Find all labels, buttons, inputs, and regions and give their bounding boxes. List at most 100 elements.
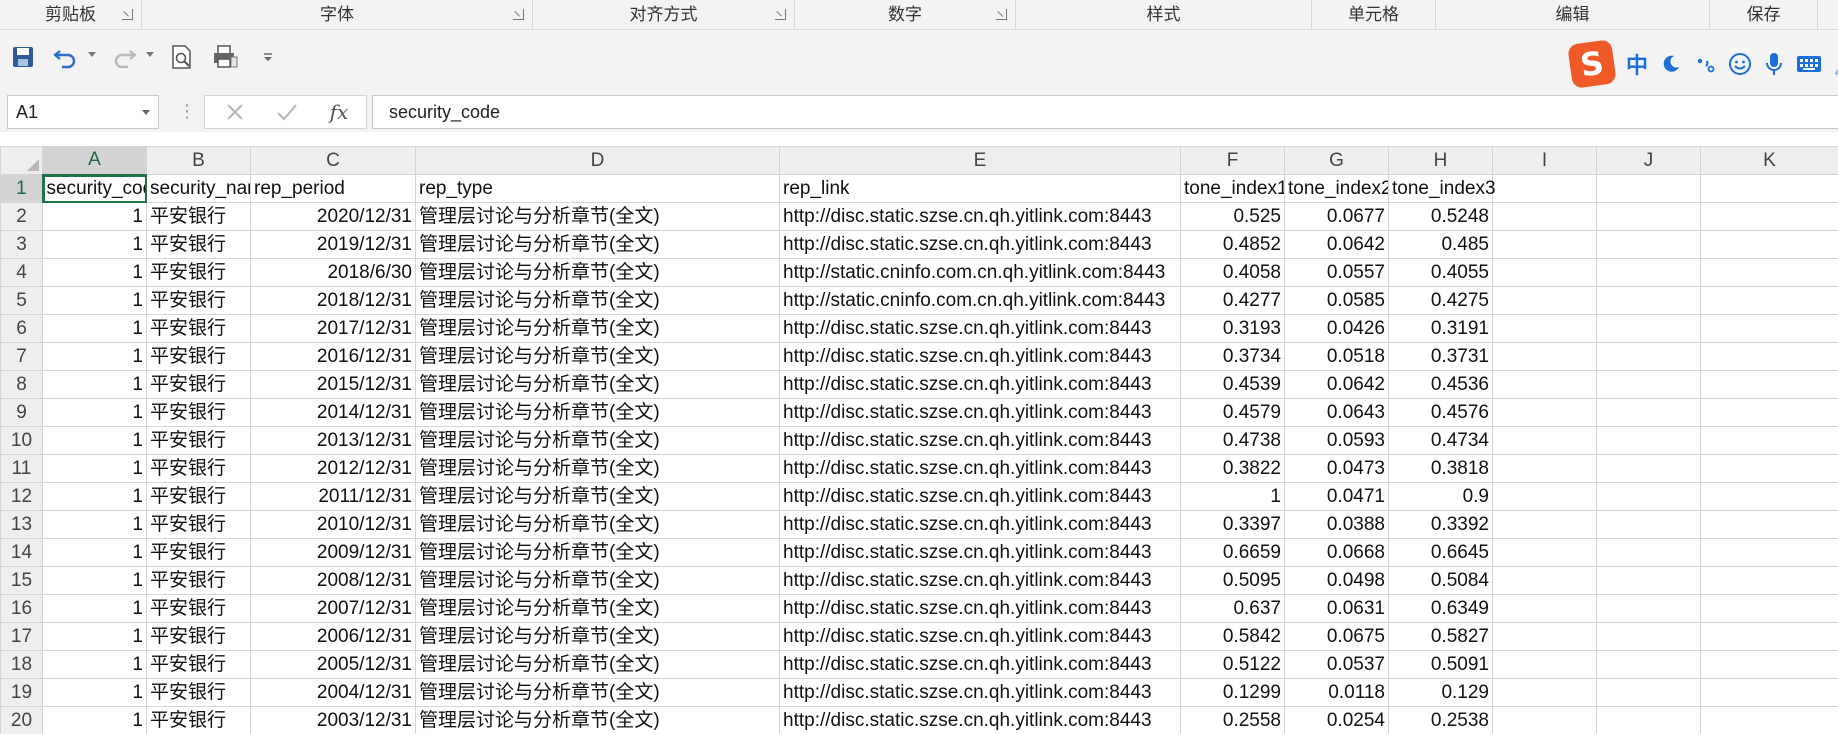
cell-g2[interactable]: 0.0677 <box>1284 202 1389 231</box>
cell-h11[interactable]: 0.3818 <box>1388 454 1493 483</box>
row-header[interactable]: 11 <box>0 454 43 483</box>
row-header[interactable]: 7 <box>0 342 43 371</box>
empty-cell[interactable] <box>1492 342 1597 371</box>
empty-cell[interactable] <box>1492 510 1597 539</box>
row-header[interactable]: 12 <box>0 482 43 511</box>
cell-b13[interactable]: 平安银行 <box>146 510 251 539</box>
cell-g14[interactable]: 0.0668 <box>1284 538 1389 567</box>
cell-g6[interactable]: 0.0426 <box>1284 314 1389 343</box>
empty-cell[interactable] <box>1700 398 1838 427</box>
cell-h15[interactable]: 0.5084 <box>1388 566 1493 595</box>
cell-d10[interactable]: 管理层讨论与分析章节(全文) <box>415 426 780 455</box>
cell-b10[interactable]: 平安银行 <box>146 426 251 455</box>
empty-cell[interactable] <box>1700 286 1838 315</box>
cell-h16[interactable]: 0.6349 <box>1388 594 1493 623</box>
cell-f13[interactable]: 0.3397 <box>1180 510 1285 539</box>
empty-cell[interactable] <box>1492 258 1597 287</box>
empty-cell[interactable] <box>1700 454 1838 483</box>
column-header-a[interactable]: A <box>42 146 147 176</box>
column-header-b[interactable]: B <box>146 146 251 175</box>
cell-e7[interactable]: http://disc.static.szse.cn.qh.yitlink.co… <box>779 342 1181 371</box>
empty-cell[interactable] <box>1492 314 1597 343</box>
cell-f8[interactable]: 0.4539 <box>1180 370 1285 399</box>
cell-e18[interactable]: http://disc.static.szse.cn.qh.yitlink.co… <box>779 650 1181 679</box>
cell-e1[interactable]: rep_link <box>779 174 1181 203</box>
moon-icon[interactable] <box>1660 53 1682 75</box>
more-vertical-icon[interactable]: ⋮ <box>178 98 196 126</box>
cell-c13[interactable]: 2010/12/31 <box>250 510 416 539</box>
select-all-button[interactable] <box>0 146 43 175</box>
column-header-c[interactable]: C <box>250 146 416 175</box>
cell-h19[interactable]: 0.129 <box>1388 678 1493 707</box>
empty-cell[interactable] <box>1492 622 1597 651</box>
row-header[interactable]: 17 <box>0 622 43 651</box>
cell-d5[interactable]: 管理层讨论与分析章节(全文) <box>415 286 780 315</box>
cell-c16[interactable]: 2007/12/31 <box>250 594 416 623</box>
column-header-d[interactable]: D <box>415 146 780 175</box>
row-header[interactable]: 19 <box>0 678 43 707</box>
cell-d11[interactable]: 管理层讨论与分析章节(全文) <box>415 454 780 483</box>
empty-cell[interactable] <box>1492 398 1597 427</box>
cell-d19[interactable]: 管理层讨论与分析章节(全文) <box>415 678 780 707</box>
empty-cell[interactable] <box>1596 706 1701 734</box>
empty-cell[interactable] <box>1492 566 1597 595</box>
cell-g5[interactable]: 0.0585 <box>1284 286 1389 315</box>
cell-e6[interactable]: http://disc.static.szse.cn.qh.yitlink.co… <box>779 314 1181 343</box>
cell-f1[interactable]: tone_index1 <box>1180 174 1285 203</box>
cell-d12[interactable]: 管理层讨论与分析章节(全文) <box>415 482 780 511</box>
cell-g7[interactable]: 0.0518 <box>1284 342 1389 371</box>
empty-cell[interactable] <box>1596 370 1701 399</box>
cell-d16[interactable]: 管理层讨论与分析章节(全文) <box>415 594 780 623</box>
empty-cell[interactable] <box>1596 650 1701 679</box>
cell-d9[interactable]: 管理层讨论与分析章节(全文) <box>415 398 780 427</box>
cell-d3[interactable]: 管理层讨论与分析章节(全文) <box>415 230 780 259</box>
cell-d15[interactable]: 管理层讨论与分析章节(全文) <box>415 566 780 595</box>
empty-cell[interactable] <box>1596 566 1701 595</box>
cell-h8[interactable]: 0.4536 <box>1388 370 1493 399</box>
empty-cell[interactable] <box>1700 706 1838 734</box>
empty-cell[interactable] <box>1700 202 1838 231</box>
cell-g8[interactable]: 0.0642 <box>1284 370 1389 399</box>
microphone-icon[interactable] <box>1764 51 1784 77</box>
column-header-e[interactable]: E <box>779 146 1181 175</box>
empty-cell[interactable] <box>1700 566 1838 595</box>
cell-a10[interactable]: 1 <box>42 426 147 455</box>
cell-e17[interactable]: http://disc.static.szse.cn.qh.yitlink.co… <box>779 622 1181 651</box>
empty-cell[interactable] <box>1596 398 1701 427</box>
empty-cell[interactable] <box>1492 454 1597 483</box>
cell-f10[interactable]: 0.4738 <box>1180 426 1285 455</box>
cell-a7[interactable]: 1 <box>42 342 147 371</box>
cell-a4[interactable]: 1 <box>42 258 147 287</box>
cell-e15[interactable]: http://disc.static.szse.cn.qh.yitlink.co… <box>779 566 1181 595</box>
empty-cell[interactable] <box>1492 706 1597 734</box>
cell-e14[interactable]: http://disc.static.szse.cn.qh.yitlink.co… <box>779 538 1181 567</box>
cell-g17[interactable]: 0.0675 <box>1284 622 1389 651</box>
cell-e11[interactable]: http://disc.static.szse.cn.qh.yitlink.co… <box>779 454 1181 483</box>
cell-b7[interactable]: 平安银行 <box>146 342 251 371</box>
chevron-down-icon[interactable] <box>142 110 150 115</box>
cell-f20[interactable]: 0.2558 <box>1180 706 1285 734</box>
column-header-f[interactable]: F <box>1180 146 1285 175</box>
cell-h6[interactable]: 0.3191 <box>1388 314 1493 343</box>
cell-c17[interactable]: 2006/12/31 <box>250 622 416 651</box>
undo-dropdown-icon[interactable] <box>88 52 96 57</box>
row-header[interactable]: 15 <box>0 566 43 595</box>
column-header-h[interactable]: H <box>1388 146 1493 175</box>
cancel-entry-button[interactable] <box>215 96 255 128</box>
row-header[interactable]: 13 <box>0 510 43 539</box>
row-header[interactable]: 20 <box>0 706 43 734</box>
column-header-g[interactable]: G <box>1284 146 1389 175</box>
cell-k1[interactable] <box>1700 174 1838 203</box>
cell-j1[interactable] <box>1596 174 1701 203</box>
cell-a16[interactable]: 1 <box>42 594 147 623</box>
empty-cell[interactable] <box>1596 678 1701 707</box>
row-header[interactable]: 3 <box>0 230 43 259</box>
cell-e19[interactable]: http://disc.static.szse.cn.qh.yitlink.co… <box>779 678 1181 707</box>
cell-h7[interactable]: 0.3731 <box>1388 342 1493 371</box>
cell-b1[interactable]: security_name <box>146 174 251 203</box>
cell-a5[interactable]: 1 <box>42 286 147 315</box>
cell-h1[interactable]: tone_index3 <box>1388 174 1496 203</box>
cell-a13[interactable]: 1 <box>42 510 147 539</box>
cell-c7[interactable]: 2016/12/31 <box>250 342 416 371</box>
cell-b9[interactable]: 平安银行 <box>146 398 251 427</box>
